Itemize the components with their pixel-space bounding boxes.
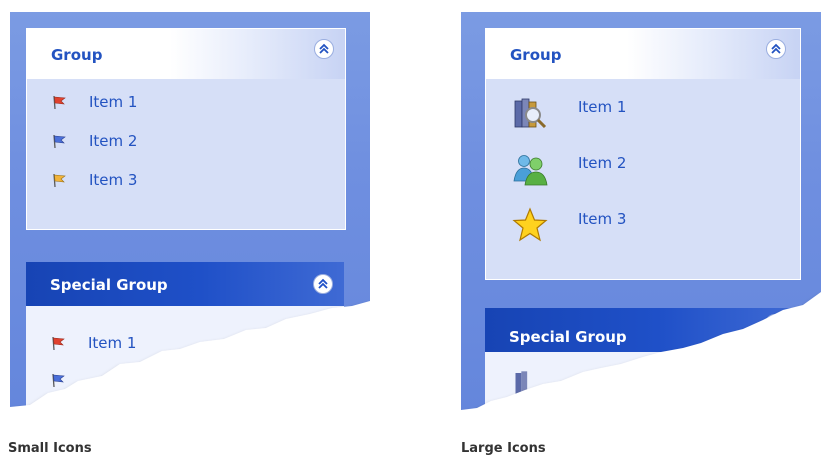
torn-edge-decoration xyxy=(10,301,370,417)
small-icons-pane: Group Item 1 Item 2 Item 3 Special Group… xyxy=(10,12,370,417)
large-icons-pane: Group Item 1 Item 2 Item 3 Special Group xyxy=(461,12,821,417)
large-icons-caption: Large Icons xyxy=(461,441,546,456)
small-icons-caption: Small Icons xyxy=(8,441,92,456)
torn-edge-decoration xyxy=(461,292,821,417)
